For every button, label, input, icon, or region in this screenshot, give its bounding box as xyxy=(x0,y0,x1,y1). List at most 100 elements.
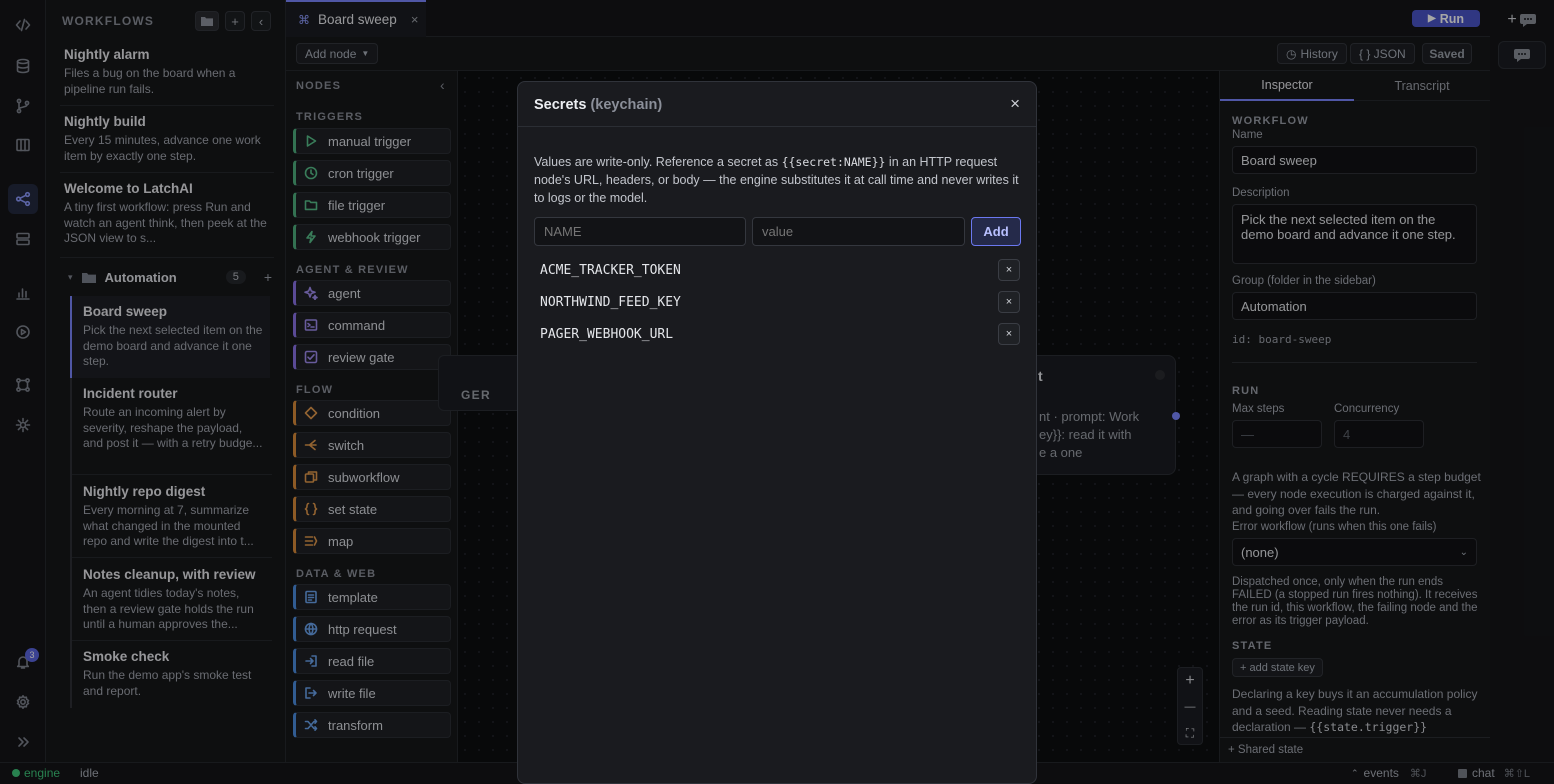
workflow-item[interactable]: Incident router Route an incoming alert b… xyxy=(83,385,265,452)
braces-icon xyxy=(304,502,318,516)
workflow-name-input[interactable]: Board sweep xyxy=(1232,146,1477,174)
node-review-gate[interactable]: review gate xyxy=(293,344,451,370)
collapse-sidebar-button[interactable]: ‹ xyxy=(251,11,271,31)
folder-icon[interactable] xyxy=(195,11,219,31)
secret-value-input[interactable] xyxy=(752,217,965,246)
clock-icon: ◷ xyxy=(1286,46,1297,61)
section-data-web: DATA & WEB xyxy=(296,568,377,580)
workflow-item[interactable]: Nightly alarm Files a bug on the board wh… xyxy=(64,46,272,97)
chart-icon[interactable] xyxy=(8,278,38,308)
chat-button[interactable] xyxy=(1498,41,1546,69)
node-transform[interactable]: transform xyxy=(293,712,451,738)
branch-icon[interactable] xyxy=(8,91,38,121)
node-status-dot xyxy=(1155,370,1165,380)
workflow-item[interactable]: Nightly repo digest Every morning at 7, s… xyxy=(83,483,265,550)
workflow-item-board-sweep[interactable]: Board sweep Pick the next selected item o… xyxy=(83,303,265,370)
history-button[interactable]: ◷ History xyxy=(1277,43,1347,64)
node-condition[interactable]: condition xyxy=(293,400,451,426)
workflow-sidebar: WORKFLOWS + ‹ Nightly alarm Files a bug o… xyxy=(46,0,286,762)
code-icon[interactable] xyxy=(8,10,38,40)
node-file-trigger[interactable]: file trigger xyxy=(293,192,451,218)
settings-chip-icon[interactable] xyxy=(8,410,38,440)
chat-toggle[interactable]: chat ⌘⇧L xyxy=(1458,766,1530,780)
close-tab-icon[interactable]: × xyxy=(411,12,419,27)
node-map[interactable]: map xyxy=(293,528,451,554)
tab-inspector[interactable]: Inspector xyxy=(1220,71,1354,101)
group-name: Automation xyxy=(104,269,177,285)
tab-transcript[interactable]: Transcript xyxy=(1354,71,1490,101)
file-in-icon xyxy=(305,655,317,667)
node-http-request[interactable]: http request xyxy=(293,616,451,642)
delete-secret-button[interactable]: × xyxy=(998,323,1020,345)
tab-title: Board sweep xyxy=(318,12,397,27)
nodes-panel: NODES ‹ TRIGGERS manual trigger cron tri… xyxy=(286,71,458,762)
group-label: Group (folder in the sidebar) xyxy=(1232,275,1376,287)
board-icon[interactable] xyxy=(8,130,38,160)
workflow-item[interactable]: Welcome to LatchAI A tiny first workflow:… xyxy=(64,180,272,247)
workflow-description-input[interactable]: Pick the next selected item on the demo … xyxy=(1232,204,1477,264)
state-section-title: STATE xyxy=(1232,640,1273,652)
globe-icon xyxy=(304,622,318,636)
close-icon[interactable]: × xyxy=(1010,94,1020,114)
collapse-nodes-button[interactable]: ‹ xyxy=(440,77,445,93)
expand-icon[interactable] xyxy=(8,727,38,757)
add-node-button[interactable]: Add node ▼ xyxy=(296,43,379,64)
folder-icon xyxy=(304,200,318,211)
workflow-item[interactable]: Nightly build Every 15 minutes, advance o… xyxy=(64,113,272,164)
node-command[interactable]: command xyxy=(293,312,451,338)
workflow-item[interactable]: Smoke check Run the demo app's smoke test… xyxy=(83,648,265,699)
max-steps-input[interactable]: — xyxy=(1232,420,1322,448)
add-state-key-button[interactable]: + add state key xyxy=(1232,658,1323,677)
add-workflow-button[interactable]: + xyxy=(225,11,245,31)
section-agent-review: AGENT & REVIEW xyxy=(296,264,409,276)
tab-board-sweep[interactable]: ⌘ Board sweep × xyxy=(286,0,426,37)
database-icon[interactable] xyxy=(8,51,38,81)
shared-state-toggle[interactable]: + Shared state xyxy=(1220,737,1490,762)
node-agent[interactable]: agent xyxy=(293,280,451,306)
concurrency-input[interactable]: 4 xyxy=(1334,420,1424,448)
chat-bubble-icon xyxy=(1514,49,1530,62)
node-subworkflow[interactable]: subworkflow xyxy=(293,464,451,490)
tab-bar: ⌘ Board sweep × ▶ Run xyxy=(286,0,1490,37)
canvas-trigger-node[interactable]: GER xyxy=(438,355,528,411)
node-webhook-trigger[interactable]: webhook trigger xyxy=(293,224,451,250)
zoom-in-button[interactable]: + xyxy=(1178,668,1202,694)
run-button[interactable]: ▶ Run xyxy=(1412,10,1480,27)
fit-view-button[interactable]: ⛶ xyxy=(1178,720,1202,746)
workflows-icon[interactable] xyxy=(8,184,38,214)
modal-intro: Values are write-only. Reference a secre… xyxy=(534,155,1019,205)
node-output-port[interactable] xyxy=(1172,412,1180,420)
node-set-state[interactable]: set state xyxy=(293,496,451,522)
add-secret-button[interactable]: Add xyxy=(971,217,1021,246)
gear-icon[interactable] xyxy=(8,687,38,717)
graph-icon[interactable] xyxy=(8,370,38,400)
play-circle-icon[interactable] xyxy=(8,317,38,347)
secret-row: PAGER_WEBHOOK_URL × xyxy=(540,323,1020,345)
sparkle-icon xyxy=(304,286,318,300)
delete-secret-button[interactable]: × xyxy=(998,259,1020,281)
group-header-automation[interactable]: ▾ Automation 5 + xyxy=(60,264,274,290)
error-workflow-select[interactable]: (none) ⌄ xyxy=(1232,538,1477,566)
node-manual-trigger[interactable]: manual trigger xyxy=(293,128,451,154)
node-read-file[interactable]: read file xyxy=(293,648,451,674)
icon-rail: 3 xyxy=(0,0,46,762)
section-flow: FLOW xyxy=(296,384,334,396)
node-write-file[interactable]: write file xyxy=(293,680,451,706)
zoom-out-button[interactable]: — xyxy=(1178,694,1202,720)
json-view-button[interactable]: { } JSON xyxy=(1350,43,1415,64)
chevron-down-icon: ⌄ xyxy=(1459,546,1468,558)
node-cron-trigger[interactable]: cron trigger xyxy=(293,160,451,186)
layout-icon[interactable] xyxy=(8,224,38,254)
delete-secret-button[interactable]: × xyxy=(998,291,1020,313)
inspector-panel: Inspector Transcript WORKFLOW Name Board… xyxy=(1219,71,1490,762)
sidebar-title: WORKFLOWS xyxy=(62,14,155,28)
secret-name-input[interactable] xyxy=(534,217,746,246)
workflow-group-input[interactable]: Automation xyxy=(1232,292,1477,320)
workflow-item[interactable]: Notes cleanup, with review An agent tidie… xyxy=(83,566,265,633)
group-add-button[interactable]: + xyxy=(264,269,272,285)
events-toggle[interactable]: ⌃ events ⌘J xyxy=(1351,766,1426,780)
node-switch[interactable]: switch xyxy=(293,432,451,458)
new-chat-button[interactable]: + xyxy=(1498,8,1546,32)
checkbox-icon xyxy=(304,350,318,364)
node-template[interactable]: template xyxy=(293,584,451,610)
